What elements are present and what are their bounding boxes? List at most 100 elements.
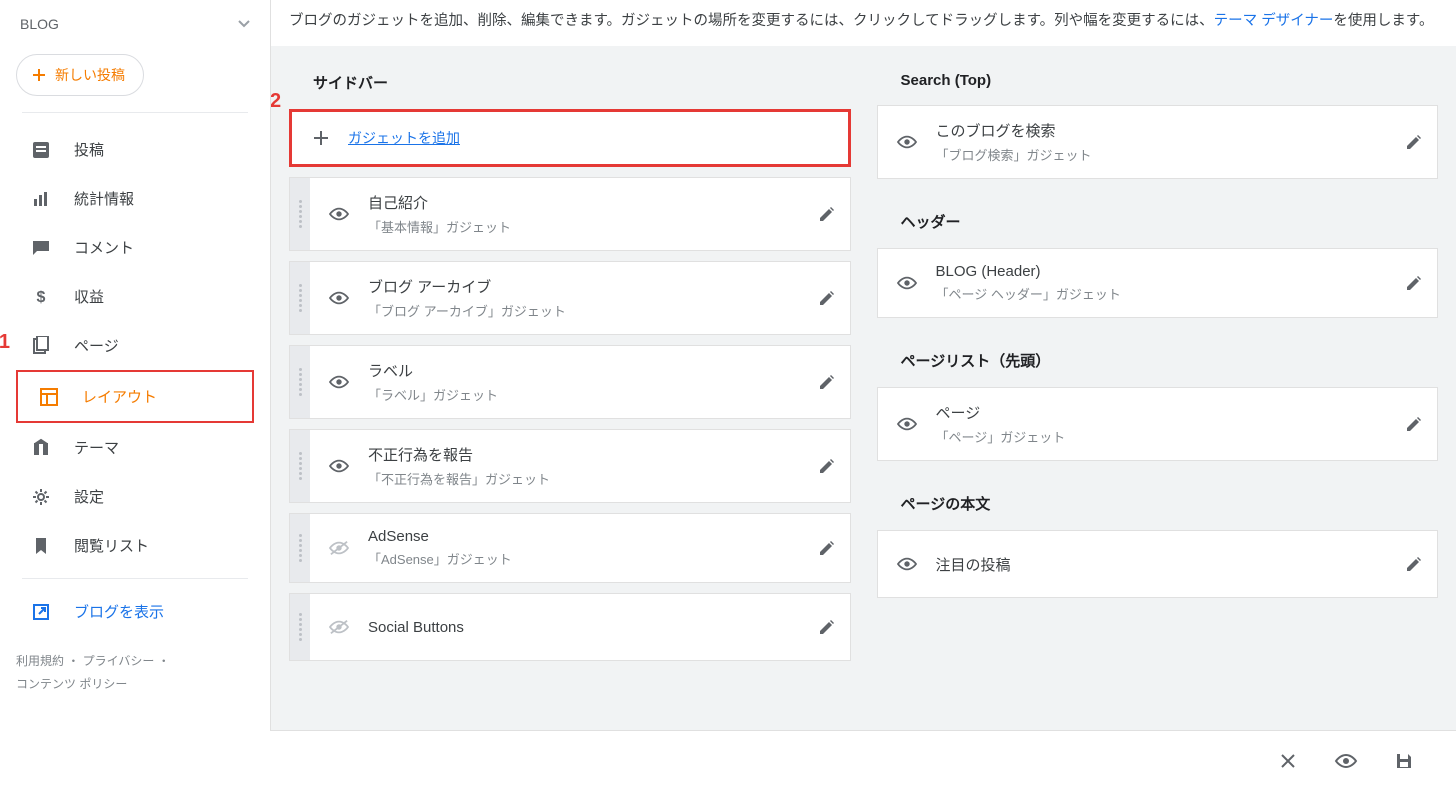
drag-handle[interactable] — [290, 346, 310, 418]
save-icon — [1394, 751, 1414, 771]
gadget-subtitle: 「AdSense」ガジェット — [368, 549, 786, 568]
add-gadget-label: ガジェットを追加 — [348, 128, 460, 148]
gadget-card[interactable]: このブログを検索 「ブログ検索」ガジェット — [877, 105, 1439, 179]
nav-reading-list[interactable]: 閲覧リスト — [10, 521, 260, 570]
gadget-subtitle: 「ブログ検索」ガジェット — [936, 145, 1374, 164]
eye-icon[interactable] — [328, 289, 350, 307]
bottom-bar — [270, 730, 1456, 790]
footer-line2[interactable]: コンテンツ ポリシー — [16, 673, 254, 696]
section-title: ページの本文 — [877, 489, 1439, 530]
drag-handle[interactable] — [290, 430, 310, 502]
eye-icon[interactable] — [328, 205, 350, 223]
edit-button[interactable] — [1391, 106, 1437, 178]
divider — [22, 578, 248, 579]
nav-view-blog[interactable]: ブログを表示 — [10, 587, 260, 636]
eye-icon[interactable] — [328, 373, 350, 391]
divider — [22, 112, 248, 113]
add-gadget-button[interactable]: 2 ガジェットを追加 — [289, 109, 851, 167]
new-post-label: 新しい投稿 — [55, 65, 125, 85]
plus-icon — [31, 67, 47, 83]
drag-handle[interactable] — [290, 514, 310, 582]
edit-button[interactable] — [804, 178, 850, 250]
nav-list: 投稿 統計情報 コメント $収益 1 ページ レイアウト テーマ 設定 閲覧リス… — [0, 125, 270, 636]
chevron-down-icon — [238, 20, 250, 28]
nav-settings[interactable]: 設定 — [10, 472, 260, 521]
nav-stats[interactable]: 統計情報 — [10, 174, 260, 223]
nav-comments[interactable]: コメント — [10, 223, 260, 272]
eye-icon[interactable] — [896, 415, 918, 433]
gadget-title: ページ — [936, 402, 1374, 423]
edit-button[interactable] — [804, 514, 850, 582]
plus-icon — [312, 129, 330, 147]
nav-earnings[interactable]: $収益 — [10, 272, 260, 321]
save-button[interactable] — [1394, 751, 1414, 771]
eye-icon[interactable] — [896, 133, 918, 151]
edit-button[interactable] — [1391, 531, 1437, 597]
close-button[interactable] — [1278, 751, 1298, 771]
footer-line1[interactable]: 利用規約 ・ プライバシー ・ — [16, 650, 254, 673]
drag-handle[interactable] — [290, 178, 310, 250]
gadget-title: 自己紹介 — [368, 192, 786, 213]
post-icon — [31, 140, 51, 160]
gadget-subtitle: 「ブログ アーカイブ」ガジェット — [368, 301, 786, 320]
drag-handle[interactable] — [290, 262, 310, 334]
gadget-subtitle: 「不正行為を報告」ガジェット — [368, 469, 786, 488]
eye-icon[interactable] — [896, 555, 918, 573]
dollar-icon: $ — [31, 287, 51, 307]
eye-off-icon[interactable] — [328, 539, 350, 557]
sidebar: BLOG 新しい投稿 投稿 統計情報 コメント $収益 1 ページ レイアウト … — [0, 0, 270, 790]
comment-icon — [31, 238, 51, 258]
gadget-title: 注目の投稿 — [936, 554, 1374, 575]
gadget-subtitle: 「ページ」ガジェット — [936, 427, 1374, 446]
pages-icon — [31, 336, 51, 356]
gadget-title: ブログ アーカイブ — [368, 276, 786, 297]
preview-button[interactable] — [1334, 751, 1358, 771]
stats-icon — [31, 189, 51, 209]
gadget-card[interactable]: ラベル 「ラベル」ガジェット — [289, 345, 851, 419]
gadget-subtitle: 「基本情報」ガジェット — [368, 217, 786, 236]
gadget-card[interactable]: ページ 「ページ」ガジェット — [877, 387, 1439, 461]
drag-handle[interactable] — [290, 594, 310, 660]
nav-theme[interactable]: テーマ — [10, 423, 260, 472]
new-post-button[interactable]: 新しい投稿 — [16, 54, 144, 96]
svg-text:$: $ — [37, 289, 46, 306]
section-title: ページリスト（先頭） — [877, 346, 1439, 387]
gadget-card[interactable]: 不正行為を報告 「不正行為を報告」ガジェット — [289, 429, 851, 503]
section-title: Search (Top) — [877, 68, 1439, 105]
gadget-card[interactable]: 注目の投稿 — [877, 530, 1439, 598]
close-icon — [1278, 751, 1298, 771]
edit-button[interactable] — [804, 430, 850, 502]
gadget-card[interactable]: BLOG (Header) 「ページ ヘッダー」ガジェット — [877, 248, 1439, 318]
eye-icon[interactable] — [896, 274, 918, 292]
eye-icon — [1334, 751, 1358, 771]
open-icon — [31, 602, 51, 622]
gadget-card[interactable]: ブログ アーカイブ 「ブログ アーカイブ」ガジェット — [289, 261, 851, 335]
gadget-card[interactable]: Social Buttons — [289, 593, 851, 661]
main: ブログのガジェットを追加、削除、編集できます。ガジェットの場所を変更するには、ク… — [270, 0, 1456, 790]
gadget-title: 不正行為を報告 — [368, 444, 786, 465]
gadget-card[interactable]: 自己紹介 「基本情報」ガジェット — [289, 177, 851, 251]
section-title-sidebar: サイドバー — [289, 68, 851, 109]
gadget-title: BLOG (Header) — [936, 263, 1374, 280]
eye-off-icon[interactable] — [328, 618, 350, 636]
gadget-card[interactable]: AdSense 「AdSense」ガジェット — [289, 513, 851, 583]
annotation-badge-2: 2 — [271, 90, 281, 113]
footer-links: 利用規約 ・ プライバシー ・ コンテンツ ポリシー — [0, 636, 270, 710]
edit-button[interactable] — [804, 346, 850, 418]
edit-button[interactable] — [1391, 249, 1437, 317]
theme-designer-link[interactable]: テーマ デザイナー — [1214, 13, 1334, 29]
gadget-title: ラベル — [368, 360, 786, 381]
blog-selector[interactable]: BLOG — [0, 0, 270, 42]
edit-button[interactable] — [1391, 388, 1437, 460]
eye-icon[interactable] — [328, 457, 350, 475]
edit-button[interactable] — [804, 262, 850, 334]
bookmark-icon — [31, 536, 51, 556]
nav-pages[interactable]: ページ — [10, 321, 260, 370]
nav-layout[interactable]: レイアウト — [18, 372, 252, 421]
nav-posts[interactable]: 投稿 — [10, 125, 260, 174]
blog-name: BLOG — [20, 16, 59, 32]
gear-icon — [31, 487, 51, 507]
edit-button[interactable] — [804, 594, 850, 660]
annotation-badge-1: 1 — [0, 331, 10, 354]
gadget-title: Social Buttons — [368, 619, 786, 636]
